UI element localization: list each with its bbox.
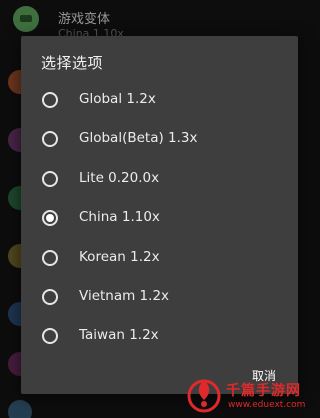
radio-button[interactable] — [42, 92, 58, 108]
background-list-item[interactable]: 游戏变体 China 1.10x — [0, 0, 320, 40]
option-label: Taiwan 1.2x — [79, 327, 159, 344]
radio-button[interactable] — [42, 328, 58, 345]
option-label: China 1.10x — [79, 209, 160, 226]
option-label: Vietnam 1.2x — [79, 287, 170, 304]
option-lite[interactable]: Lite 0.20.0x — [21, 159, 298, 198]
watermark-url: www.eduext.com — [228, 400, 306, 410]
radio-button[interactable] — [42, 288, 58, 305]
radio-button[interactable] — [42, 170, 58, 187]
option-label: Global(Beta) 1.3x — [79, 130, 198, 147]
watermark-text: 千篇手游网 — [226, 383, 301, 399]
option-label: Global 1.2x — [79, 91, 156, 107]
watermark-logo-icon — [187, 379, 221, 413]
option-vietnam[interactable]: Vietnam 1.2x — [21, 277, 298, 316]
radio-button[interactable] — [42, 210, 58, 227]
radio-button[interactable] — [42, 131, 58, 148]
radio-button[interactable] — [42, 249, 58, 266]
option-china[interactable]: China 1.10x — [21, 198, 298, 237]
option-taiwan[interactable]: Taiwan 1.2x — [21, 316, 298, 355]
watermark: 千篇手游网 www.eduext.com — [184, 366, 318, 416]
select-option-dialog: 选择选项 Global 1.2x Global(Beta) 1.3x Lite … — [21, 36, 298, 394]
dialog-title: 选择选项 — [41, 54, 104, 72]
option-korean[interactable]: Korean 1.2x — [21, 238, 298, 277]
background-app-icon — [8, 400, 32, 418]
option-label: Lite 0.20.0x — [79, 169, 160, 186]
background-item-title: 游戏变体 — [58, 12, 111, 27]
screen: 游戏变体 China 1.10x 选择选项 Global 1.2x Global… — [0, 0, 320, 418]
option-global[interactable]: Global 1.2x — [21, 80, 298, 119]
gamepad-icon — [13, 6, 39, 32]
option-global-beta[interactable]: Global(Beta) 1.3x — [21, 119, 298, 158]
option-label: Korean 1.2x — [79, 248, 160, 265]
option-list: Global 1.2x Global(Beta) 1.3x Lite 0.20.… — [21, 80, 298, 356]
